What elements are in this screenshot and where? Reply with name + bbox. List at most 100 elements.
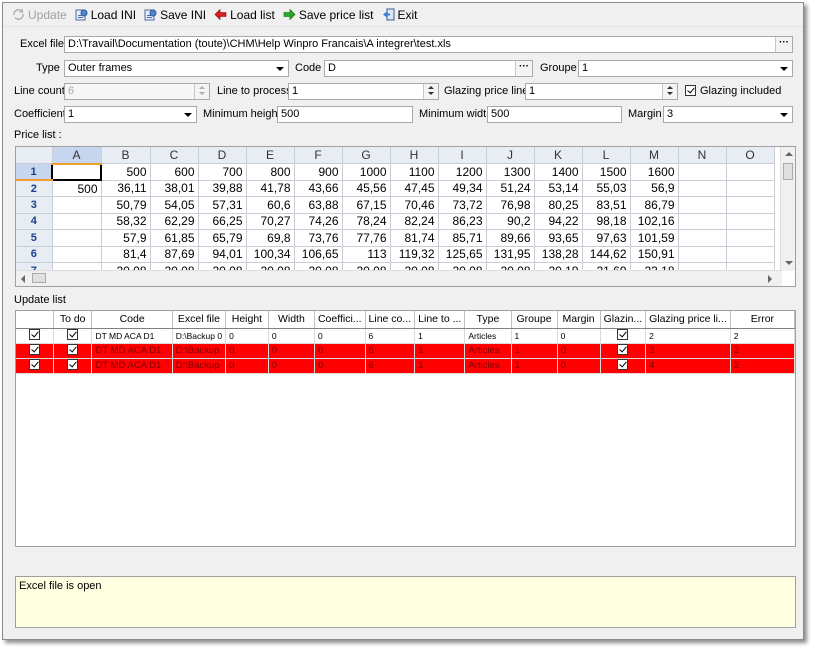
column-header-h[interactable]: H <box>390 147 439 164</box>
grid-cell[interactable]: 150,91 <box>630 246 679 263</box>
update-column-header[interactable]: Glazing price li... <box>645 311 731 329</box>
grid-cell[interactable] <box>678 180 727 197</box>
grid-cell[interactable] <box>726 246 775 263</box>
glazing-cell[interactable] <box>600 343 647 359</box>
grid-cell[interactable]: 56,9 <box>630 180 679 197</box>
grid-cell[interactable]: 39,88 <box>198 180 247 197</box>
grid-cell[interactable]: 94,22 <box>534 213 583 230</box>
grid-cell[interactable]: 1300 <box>486 163 535 181</box>
update-column-header[interactable]: Width <box>268 311 315 329</box>
save-ini-button[interactable]: Save INI <box>141 5 209 25</box>
load-ini-button[interactable]: Load INI <box>72 5 139 25</box>
update-column-header[interactable]: Groupe <box>511 311 558 329</box>
line-count-spinner[interactable] <box>194 84 209 99</box>
minimum-height-field[interactable]: 500 <box>277 106 413 123</box>
grid-cell[interactable]: 101,59 <box>630 229 679 247</box>
margin-dropdown-icon[interactable] <box>776 107 792 122</box>
grid-cell[interactable] <box>678 163 727 181</box>
excel-file-field[interactable]: D:\Travail\Documentation (toute)\CHM\Hel… <box>64 36 793 53</box>
grid-cell[interactable]: 81,74 <box>390 229 439 247</box>
update-column-header[interactable]: Margin <box>557 311 601 329</box>
update-column-header[interactable] <box>16 311 54 329</box>
scroll-down-arrow-icon[interactable] <box>785 261 793 265</box>
todo-cell[interactable] <box>53 343 93 359</box>
code-field[interactable]: D ··· <box>324 60 533 77</box>
row-header[interactable]: 4 <box>16 213 53 230</box>
glazing-included-check-icon[interactable] <box>685 85 696 96</box>
grid-cell[interactable]: 1600 <box>630 163 679 181</box>
update-column-header[interactable]: Excel file <box>172 311 227 329</box>
grid-cell[interactable]: 67,15 <box>342 196 391 214</box>
todo-cell[interactable] <box>53 328 93 344</box>
glazing-cell[interactable] <box>600 328 647 344</box>
grid-cell[interactable] <box>726 229 775 247</box>
grid-cell[interactable] <box>52 213 102 230</box>
vertical-scroll-thumb[interactable] <box>783 163 793 180</box>
row-select-cell[interactable] <box>16 328 54 344</box>
row-header[interactable]: 5 <box>16 229 53 247</box>
todo-cell[interactable] <box>53 358 93 374</box>
grid-cell[interactable] <box>678 213 727 230</box>
grid-cell[interactable]: 89,66 <box>486 229 535 247</box>
horizontal-scroll-thumb[interactable] <box>32 273 46 283</box>
update-list-row[interactable]: DT MD ACA D1 D:\Backup 0 0 0 0 6 1 Articles 1 0 2 2 <box>16 328 795 344</box>
scroll-right-arrow-icon[interactable] <box>768 275 772 283</box>
grid-cell[interactable]: 500 <box>52 180 102 197</box>
margin-select[interactable]: 3 <box>663 106 793 123</box>
minimum-width-field[interactable]: 500 <box>487 106 622 123</box>
save-price-list-button[interactable]: Save price list <box>280 5 377 25</box>
grid-cell[interactable]: 98,18 <box>582 213 631 230</box>
grid-cell[interactable]: 900 <box>294 163 343 181</box>
grid-horizontal-scrollbar[interactable] <box>16 270 782 286</box>
grid-cell[interactable]: 69,8 <box>246 229 295 247</box>
grid-cell[interactable] <box>678 196 727 214</box>
grid-cell[interactable]: 144,62 <box>582 246 631 263</box>
column-header-f[interactable]: F <box>294 147 343 164</box>
grid-cell[interactable]: 1500 <box>582 163 631 181</box>
update-column-header[interactable]: Line co... <box>365 311 416 329</box>
coefficient-dropdown-icon[interactable] <box>180 107 196 122</box>
update-list-row[interactable]: DT MD ACA D1 D:\Backup 0 0 0 6 1 Articles 1 0 3 2 <box>16 343 795 359</box>
grid-cell[interactable]: 70,46 <box>390 196 439 214</box>
grid-cell[interactable]: 73,72 <box>438 196 487 214</box>
grid-cell[interactable]: 54,05 <box>150 196 199 214</box>
grid-cell[interactable]: 81,4 <box>101 246 151 263</box>
grid-cell[interactable]: 800 <box>246 163 295 181</box>
grid-cell[interactable]: 1000 <box>342 163 391 181</box>
grid-cell[interactable]: 61,85 <box>150 229 199 247</box>
update-column-header[interactable]: Type <box>464 311 512 329</box>
glazing-included-checkbox[interactable] <box>685 85 696 99</box>
row-select-cell[interactable] <box>16 343 54 359</box>
browse-code-button[interactable]: ··· <box>515 61 532 76</box>
grid-cell[interactable]: 55,03 <box>582 180 631 197</box>
grid-cell[interactable]: 100,34 <box>246 246 295 263</box>
grid-cell[interactable]: 138,28 <box>534 246 583 263</box>
grid-cell[interactable]: 125,65 <box>438 246 487 263</box>
grid-cell[interactable] <box>51 162 102 181</box>
line-to-process-field[interactable]: 1 <box>288 83 439 100</box>
column-header-m[interactable]: M <box>630 147 679 164</box>
row-select-checkbox[interactable] <box>28 358 40 370</box>
grid-cell[interactable]: 86,79 <box>630 196 679 214</box>
row-header[interactable]: 3 <box>16 196 53 214</box>
grid-cell[interactable]: 82,24 <box>390 213 439 230</box>
update-list-row[interactable]: DT MD ACA D1 D:\Backup 0 0 0 6 1 Articles 1 0 4 2 <box>16 358 795 374</box>
todo-checkbox[interactable] <box>67 329 79 340</box>
update-column-header[interactable]: Line to ... <box>414 311 466 329</box>
grid-cell[interactable]: 94,01 <box>198 246 247 263</box>
grid-cell[interactable]: 74,26 <box>294 213 343 230</box>
grid-cell[interactable]: 1200 <box>438 163 487 181</box>
grid-cell[interactable]: 58,32 <box>101 213 151 230</box>
glazing-price-line-spinner[interactable] <box>662 84 677 99</box>
line-to-process-spinner[interactable] <box>423 84 438 99</box>
todo-checkbox[interactable] <box>67 358 79 370</box>
grid-cell[interactable]: 78,24 <box>342 213 391 230</box>
grid-cell[interactable]: 57,9 <box>101 229 151 247</box>
todo-checkbox[interactable] <box>67 343 79 355</box>
grid-cell[interactable]: 50,79 <box>101 196 151 214</box>
grid-cell[interactable]: 51,24 <box>486 180 535 197</box>
update-column-header[interactable]: Height <box>225 311 269 329</box>
price-list-grid[interactable]: ABCDEFGHIJKLMNO 1 500 600 700 800 900 1000 1100… <box>15 146 796 287</box>
grid-cell[interactable] <box>726 213 775 230</box>
line-count-field[interactable]: 6 <box>64 83 210 100</box>
